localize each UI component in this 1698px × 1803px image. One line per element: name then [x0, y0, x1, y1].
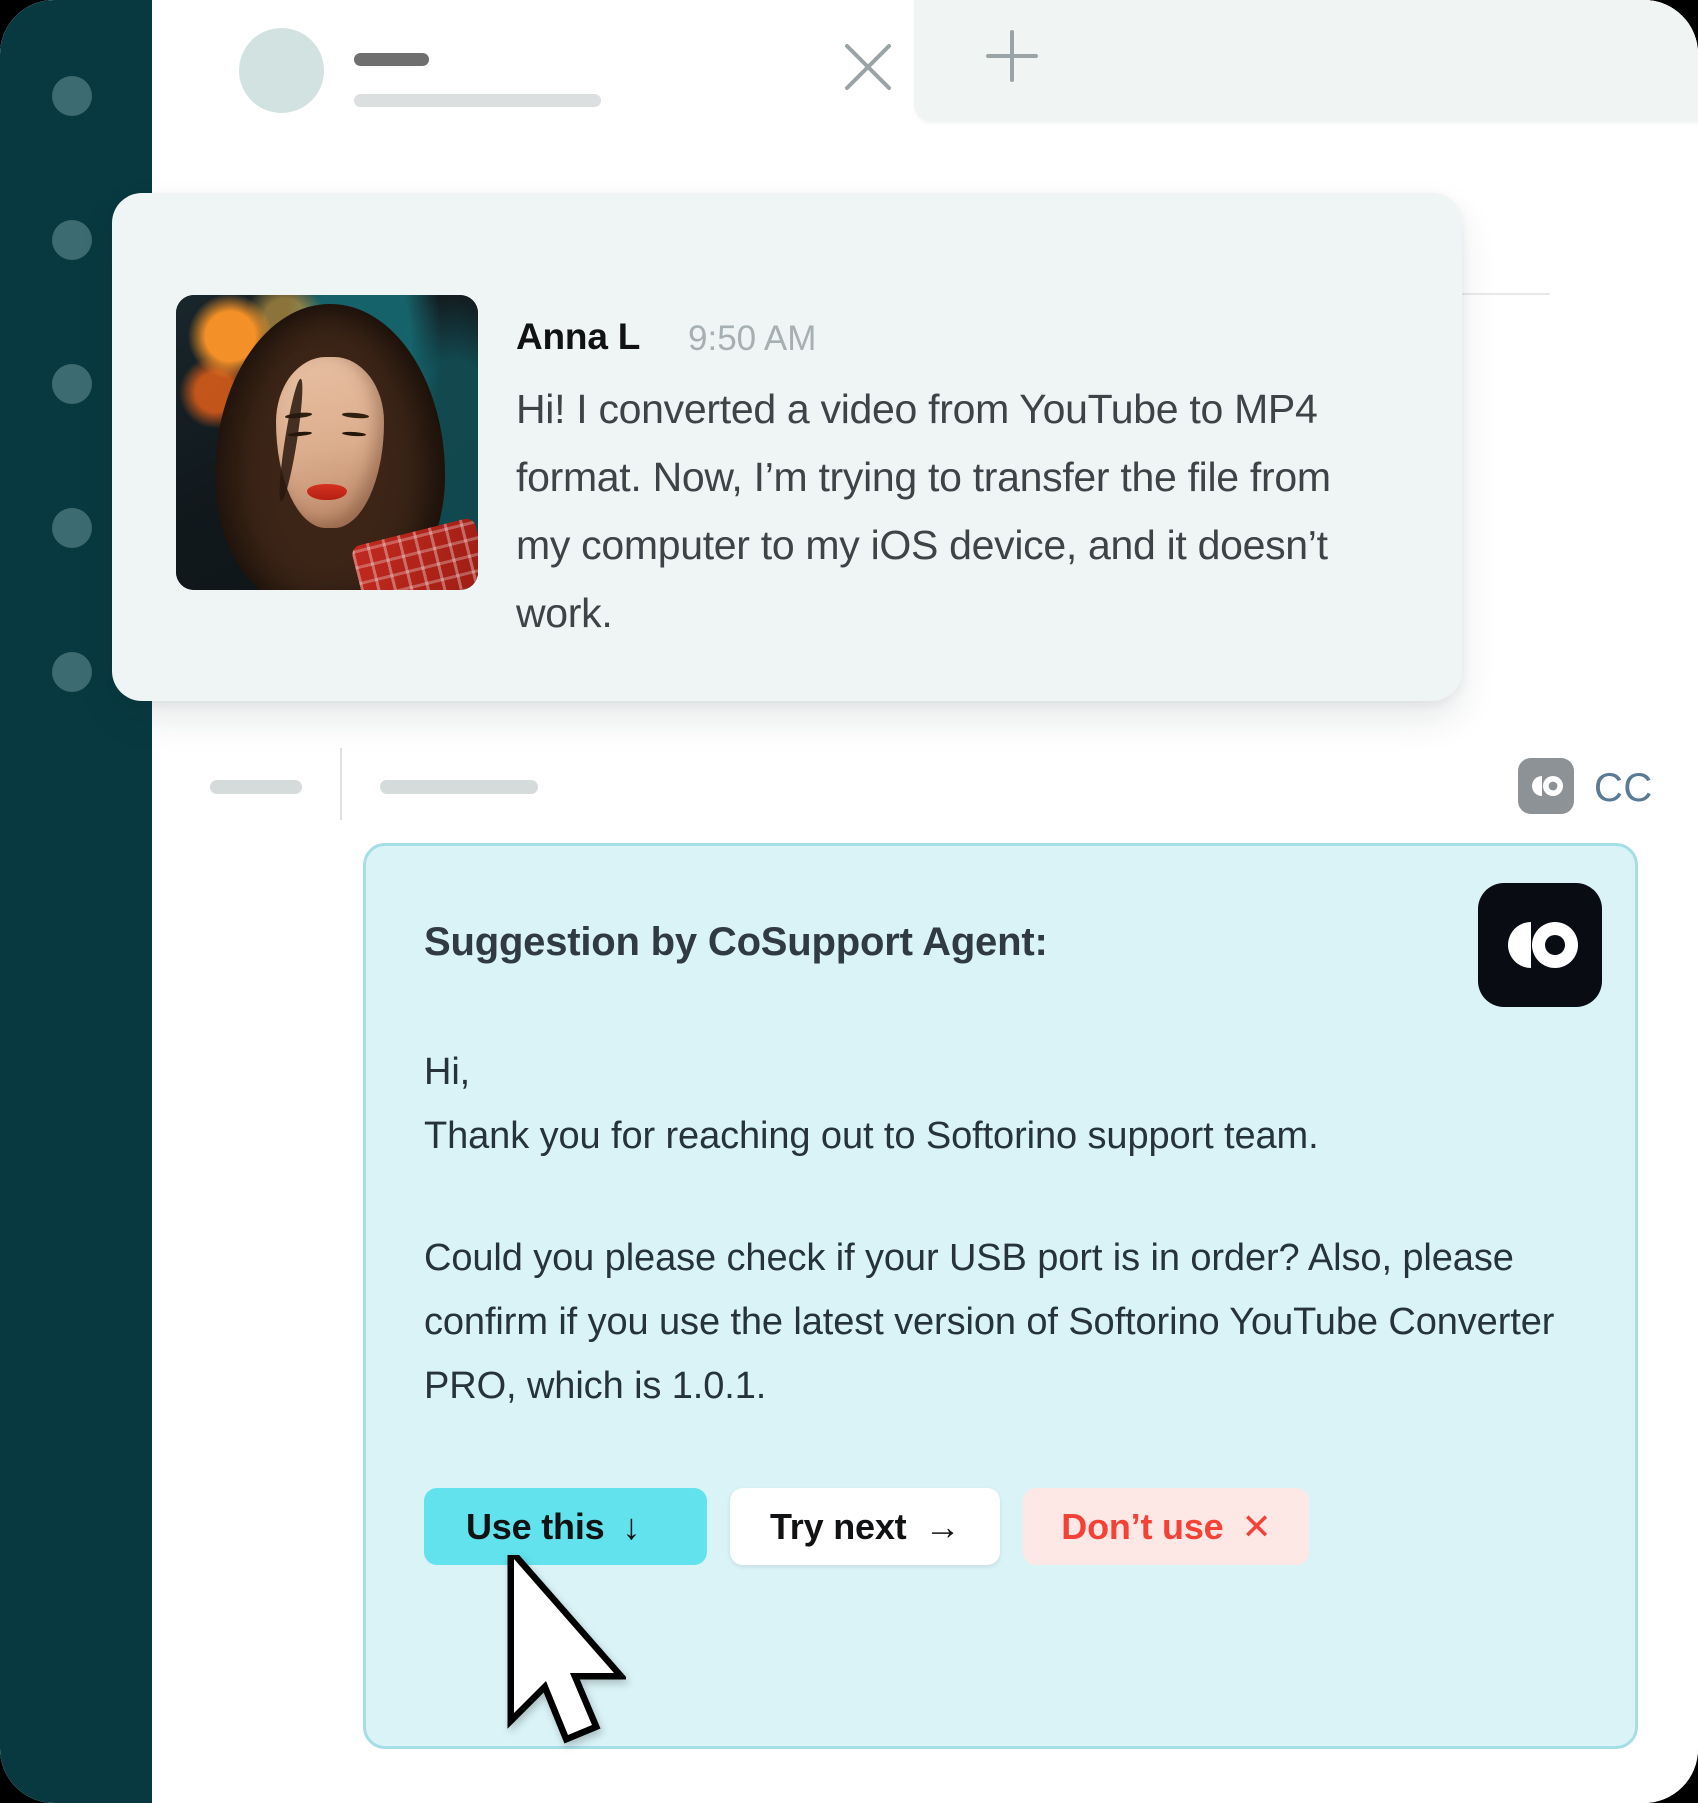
tab-title-placeholder: [354, 53, 429, 66]
sidebar-dot-1[interactable]: [52, 76, 92, 116]
use-this-label: Use this: [466, 1505, 605, 1547]
sidebar-dot-5[interactable]: [52, 652, 92, 692]
suggestion-body: Could you please check if your USB port …: [424, 1237, 1555, 1407]
plus-icon[interactable]: [982, 26, 1042, 86]
suggestion-box: Suggestion by CoSupport Agent: Hi, Thank…: [363, 843, 1638, 1749]
suggestion-greeting: Hi, Thank you for reaching out to Softor…: [424, 1040, 1319, 1168]
arrow-right-icon: →: [924, 1505, 961, 1547]
close-x-icon: ✕: [1241, 1505, 1272, 1547]
message-text: Hi! I converted a video from YouTube to …: [516, 386, 1331, 636]
suggestion-greeting-line1: Hi,: [424, 1051, 471, 1093]
suggestion-title: Suggestion by CoSupport Agent:: [424, 920, 1048, 964]
dont-use-label: Don’t use: [1061, 1505, 1224, 1547]
close-icon[interactable]: [837, 36, 899, 98]
message-author: Anna L: [516, 316, 641, 357]
meta-divider: [340, 748, 342, 820]
message-card: Anna L 9:50 AM Hi! I converted a video f…: [112, 193, 1462, 701]
message-timestamp: 9:50 AM: [688, 319, 817, 358]
use-this-button[interactable]: Use this ↓: [424, 1488, 707, 1565]
arrow-down-icon: ↓: [622, 1505, 641, 1547]
sidebar-dot-4[interactable]: [52, 508, 92, 548]
try-next-button[interactable]: Try next →: [730, 1488, 1001, 1565]
cosupport-logo-icon[interactable]: [1518, 758, 1574, 814]
avatar: [176, 295, 478, 590]
app-window: Anna L 9:50 AM Hi! I converted a video f…: [0, 0, 1698, 1803]
suggestion-greeting-line2: Thank you for reaching out to Softorino …: [424, 1115, 1319, 1157]
new-tab-button[interactable]: [914, 0, 1698, 122]
try-next-label: Try next: [770, 1505, 907, 1547]
tab-active[interactable]: [182, 0, 912, 122]
dont-use-button[interactable]: Don’t use ✕: [1023, 1488, 1310, 1565]
cc-label[interactable]: CC: [1594, 766, 1653, 811]
sidebar-dot-2[interactable]: [52, 220, 92, 260]
meta-pill-a: [210, 780, 302, 794]
cosupport-logo-icon: [1478, 883, 1602, 1007]
sidebar-dot-3[interactable]: [52, 364, 92, 404]
meta-row: CC: [152, 746, 1698, 846]
tab-avatar: [239, 28, 324, 113]
tab-bar: [152, 0, 1698, 122]
tab-subtitle-placeholder: [354, 94, 601, 107]
suggestion-actions: Use this ↓ Try next → Don’t use ✕: [424, 1488, 1310, 1565]
meta-pill-b: [380, 780, 538, 794]
